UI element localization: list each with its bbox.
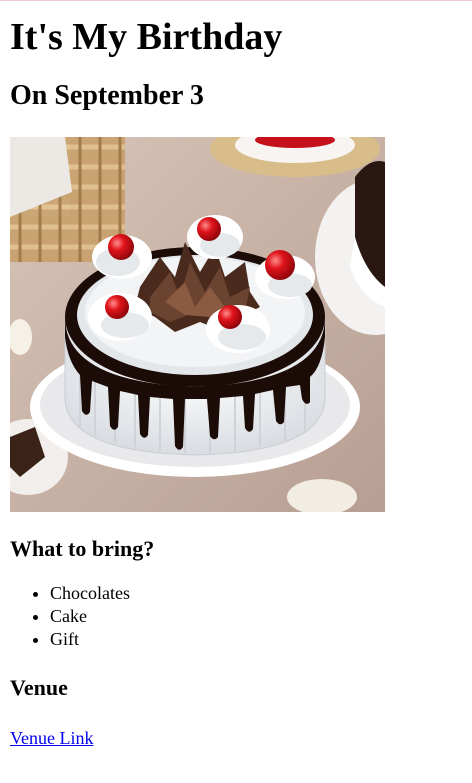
- list-item: Gift: [50, 628, 462, 651]
- venue-heading: Venue: [10, 675, 68, 700]
- page: It's My Birthday On September 3 What to …: [0, 15, 472, 749]
- bring-list: Chocolates Cake Gift: [10, 582, 462, 651]
- what-to-bring-heading: What to bring?: [10, 536, 155, 561]
- venue-link[interactable]: Venue Link: [10, 727, 93, 749]
- page-subtitle: On September 3: [10, 80, 204, 111]
- list-item: Cake: [50, 605, 462, 628]
- list-item: Chocolates: [50, 582, 462, 605]
- page-title: It's My Birthday: [10, 16, 283, 58]
- cake-image: [10, 137, 385, 512]
